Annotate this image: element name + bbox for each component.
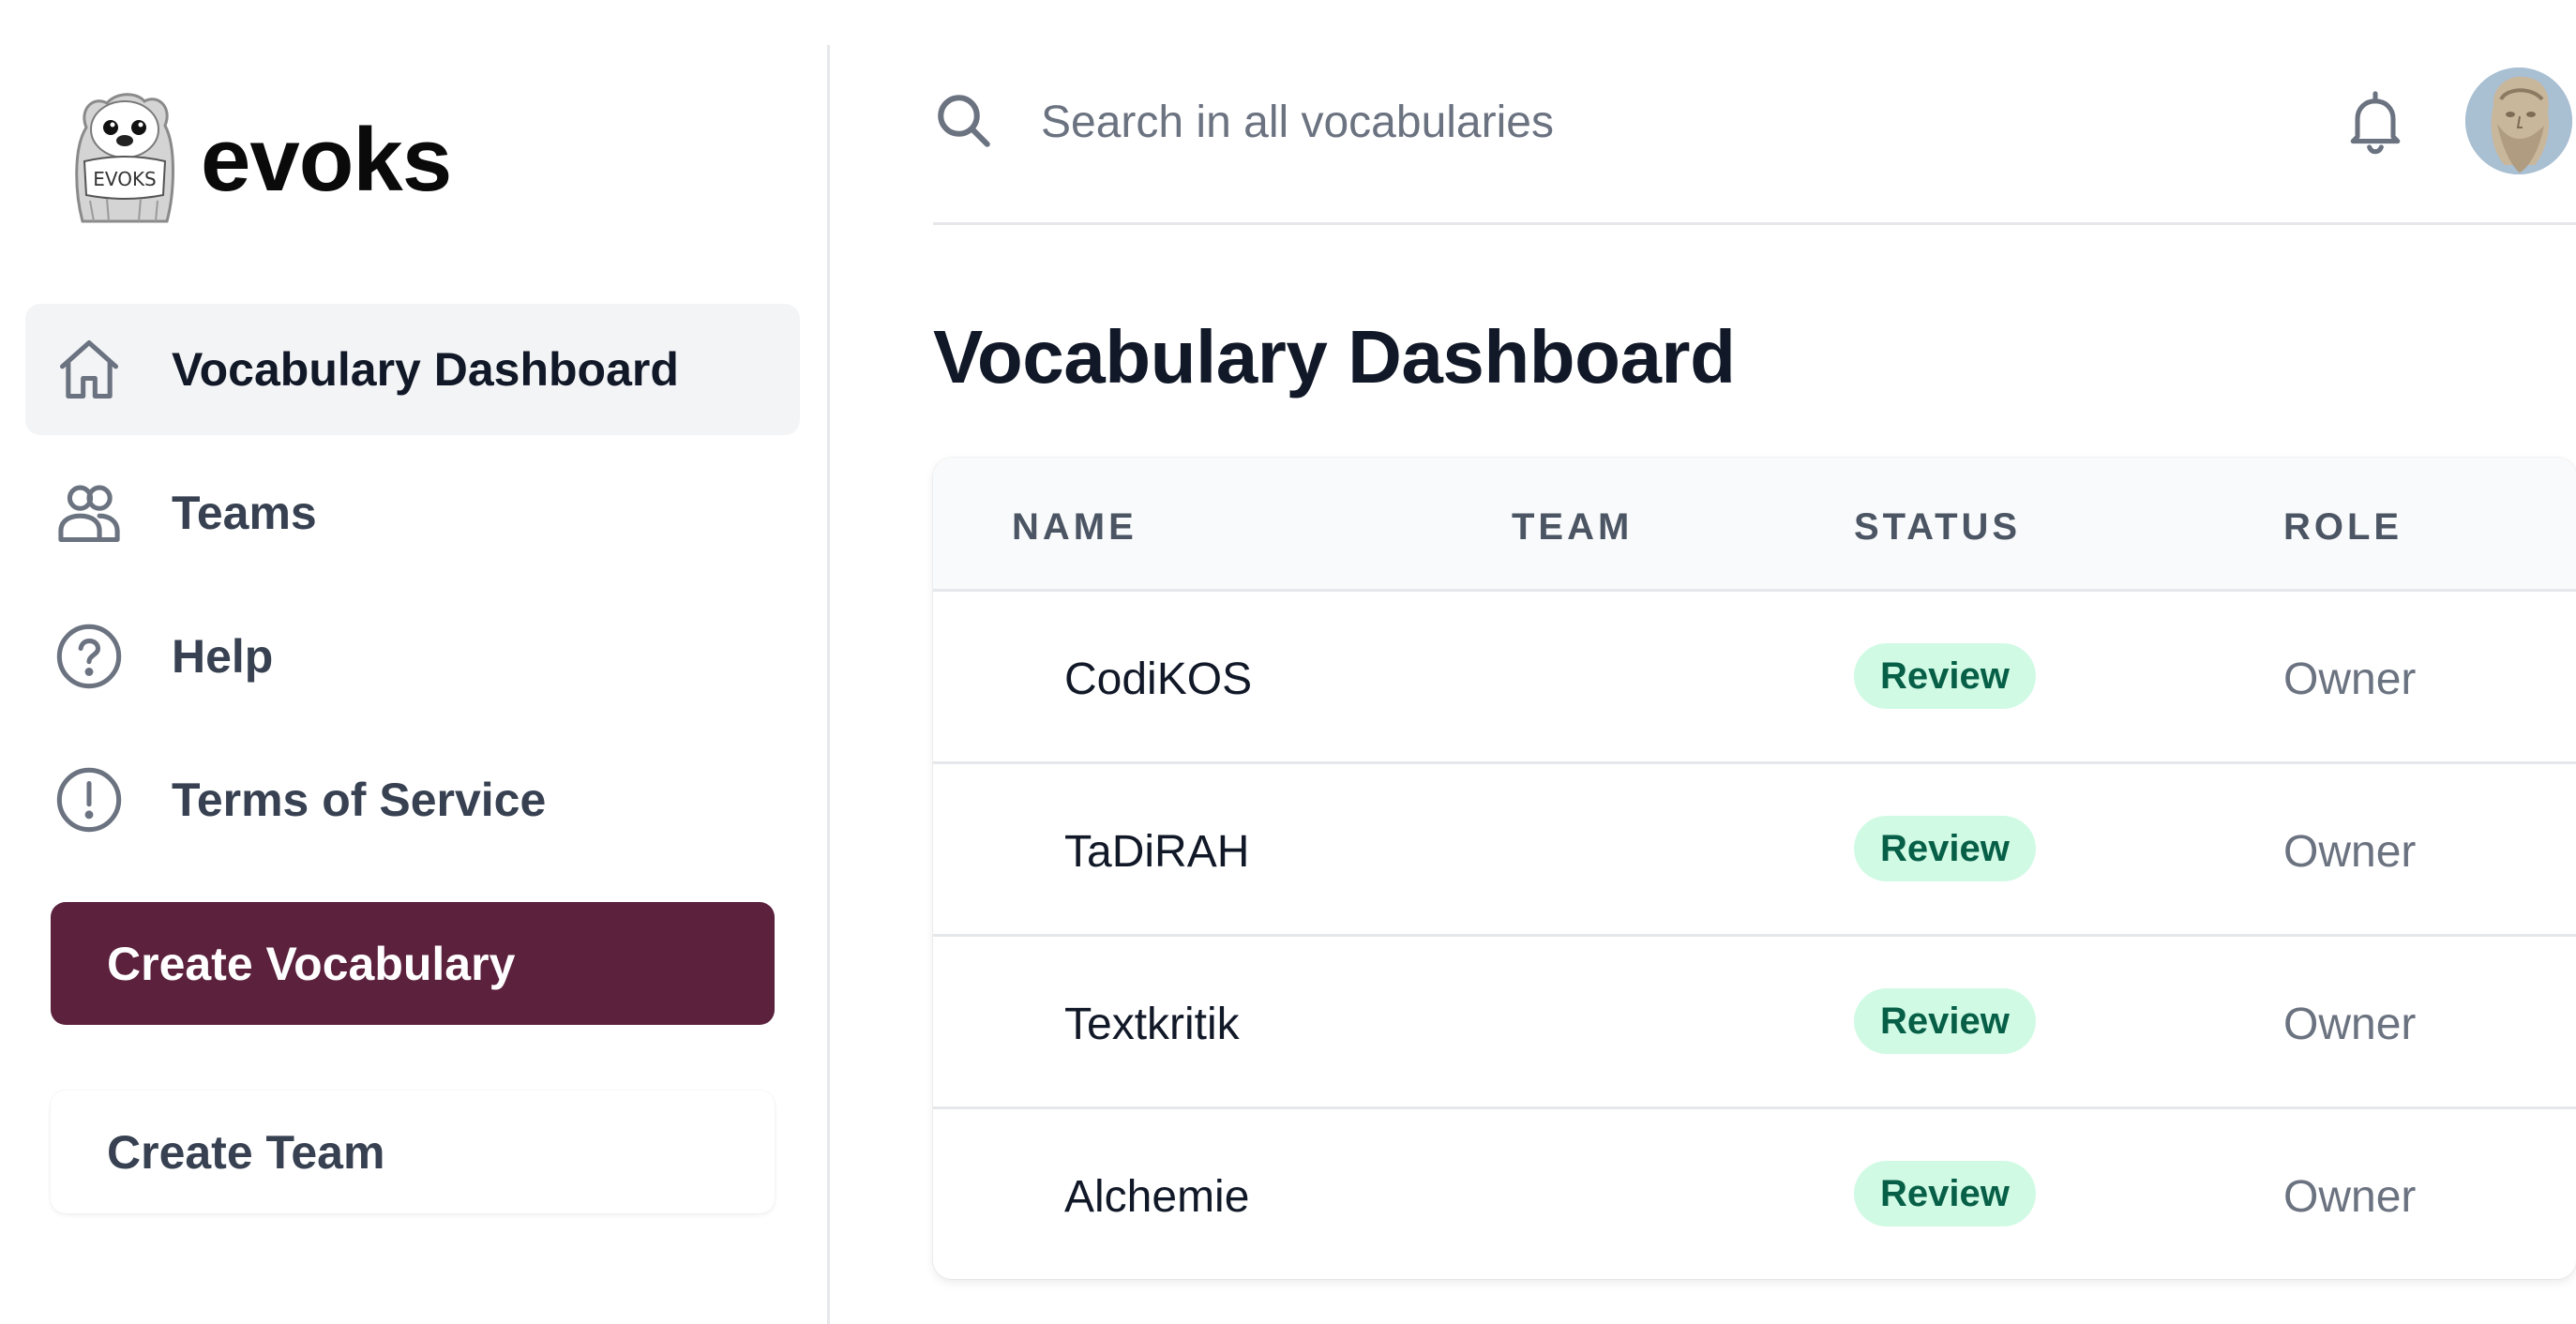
- search-input[interactable]: [1041, 84, 2166, 159]
- column-header-role[interactable]: ROLE: [2283, 506, 2403, 549]
- status-badge: Review: [1854, 816, 2036, 881]
- user-avatar[interactable]: [2465, 68, 2572, 174]
- ewok-mascot-icon: EVOKS: [75, 93, 174, 223]
- table-row[interactable]: TaDiRAH Review Owner: [933, 764, 2576, 937]
- status-badge: Review: [1854, 643, 2036, 709]
- bell-icon[interactable]: [2340, 83, 2411, 161]
- users-icon: [53, 477, 125, 549]
- sidebar-item-vocabulary-dashboard[interactable]: Vocabulary Dashboard: [25, 304, 800, 435]
- create-vocabulary-button[interactable]: Create Vocabulary: [51, 902, 775, 1025]
- column-header-team[interactable]: TEAM: [1512, 506, 1633, 549]
- sidebar-divider: [827, 45, 830, 1324]
- vocabulary-name[interactable]: Textkritik: [1064, 999, 1240, 1050]
- status-badge: Review: [1854, 988, 2036, 1054]
- vocabulary-name[interactable]: Alchemie: [1064, 1171, 1249, 1223]
- sidebar: EVOKS evoks Vocabulary Dashboard Teams H…: [0, 0, 827, 1324]
- vocabulary-table: NAME TEAM STATUS ROLE CodiKOS Review Own…: [933, 458, 2576, 1279]
- table-row[interactable]: CodiKOS Review Owner: [933, 592, 2576, 764]
- sidebar-nav: Vocabulary Dashboard Teams Help Terms of…: [25, 304, 800, 878]
- brand-name: evoks: [201, 110, 452, 210]
- table-row[interactable]: Alchemie Review Owner: [933, 1109, 2576, 1279]
- sidebar-item-teams[interactable]: Teams: [25, 447, 800, 579]
- sidebar-item-label: Help: [172, 630, 274, 683]
- exclamation-circle-icon: [53, 764, 125, 835]
- page-title: Vocabulary Dashboard: [933, 315, 1736, 399]
- top-header: [933, 0, 2576, 225]
- brand-logo[interactable]: EVOKS evoks: [66, 90, 452, 231]
- vocabulary-name[interactable]: TaDiRAH: [1064, 826, 1249, 878]
- table-row[interactable]: Textkritik Review Owner: [933, 937, 2576, 1109]
- role-value: Owner: [2283, 654, 2417, 704]
- column-header-status[interactable]: STATUS: [1854, 506, 2021, 549]
- svg-text:EVOKS: EVOKS: [93, 168, 157, 190]
- table-header: NAME TEAM STATUS ROLE: [933, 458, 2576, 592]
- sidebar-item-label: Teams: [172, 487, 317, 539]
- create-team-button[interactable]: Create Team: [51, 1091, 775, 1213]
- column-header-name[interactable]: NAME: [1012, 506, 1137, 549]
- question-circle-icon: [53, 621, 125, 692]
- home-icon: [53, 334, 125, 405]
- sidebar-item-label: Terms of Service: [172, 774, 547, 826]
- sidebar-item-help[interactable]: Help: [25, 591, 800, 722]
- vocabulary-name[interactable]: CodiKOS: [1064, 654, 1252, 705]
- role-value: Owner: [2283, 1000, 2417, 1049]
- sidebar-item-label: Vocabulary Dashboard: [172, 343, 679, 396]
- role-value: Owner: [2283, 827, 2417, 877]
- role-value: Owner: [2283, 1172, 2417, 1222]
- status-badge: Review: [1854, 1161, 2036, 1226]
- search-icon: [938, 95, 990, 147]
- avatar-portrait-icon: [2465, 68, 2572, 174]
- sidebar-item-terms-of-service[interactable]: Terms of Service: [25, 734, 800, 865]
